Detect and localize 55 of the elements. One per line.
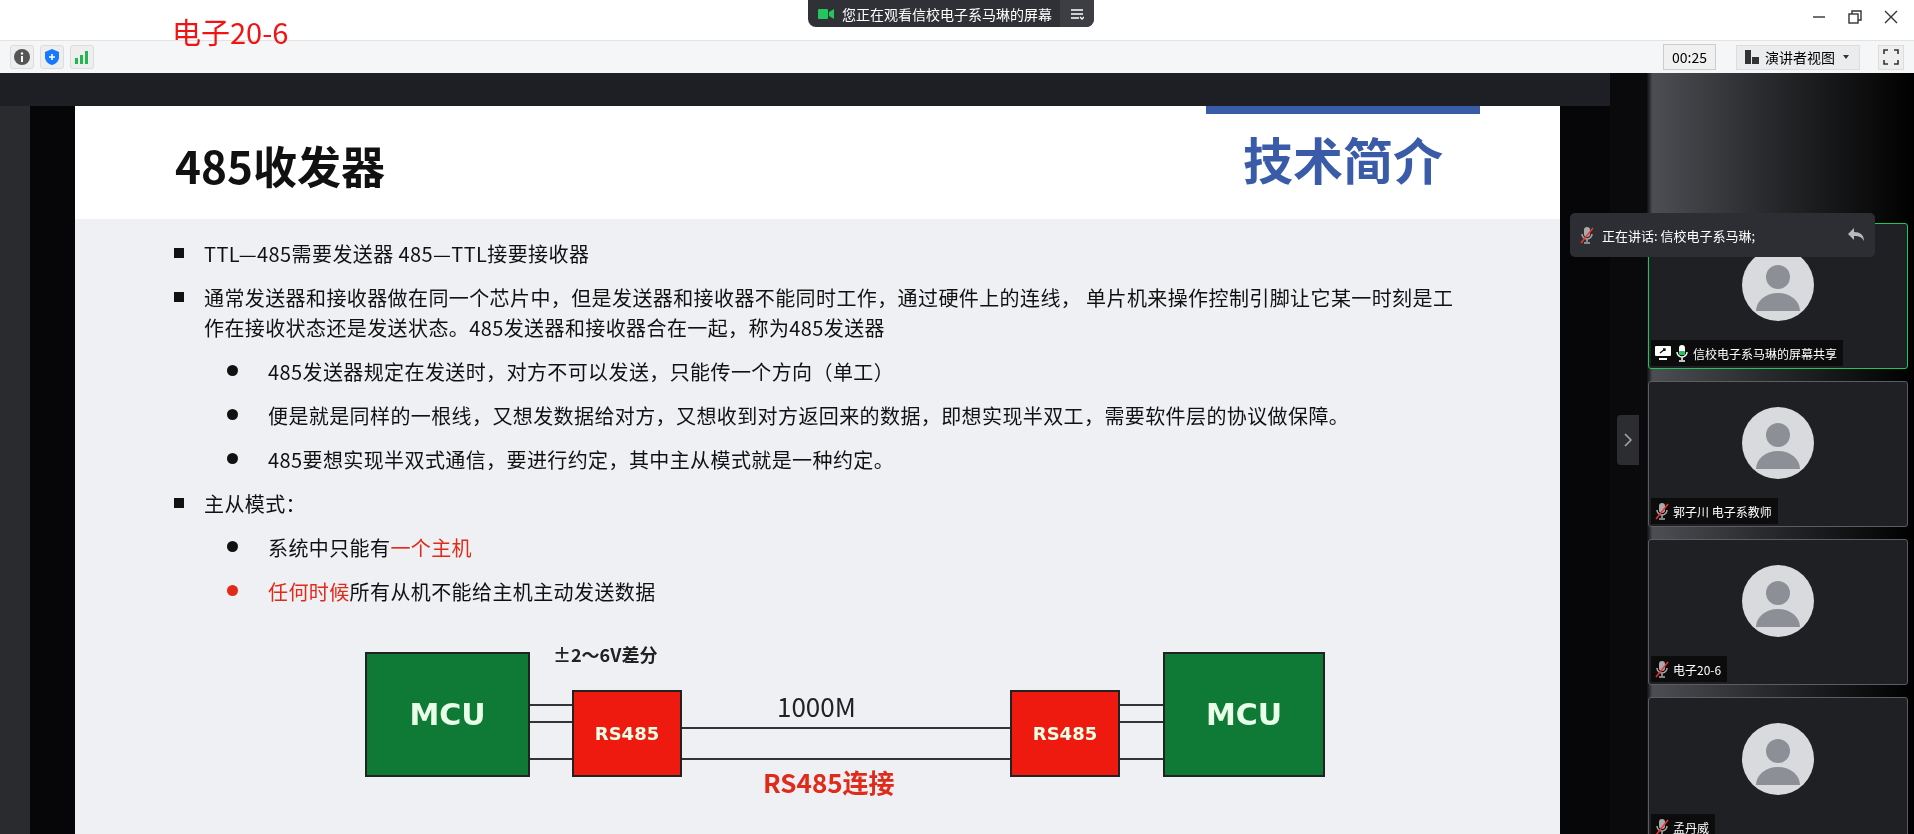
bullet-text: 任何时候所有从机不能给主机主动发送数据	[268, 577, 656, 607]
bullet-text: 便是就是同样的一根线，又想发数据给对方，又想收到对方返回来的数据，即想实现半双工，需要软件层的协议做保障。	[268, 401, 1350, 431]
muted-mic-icon	[1580, 226, 1594, 244]
bullet-icon	[174, 248, 184, 258]
muted-mic-icon	[1655, 818, 1669, 834]
diagram-caption: RS485连接	[763, 763, 895, 800]
view-dropdown[interactable]: 演讲者视图	[1736, 44, 1860, 70]
collapse-button[interactable]	[1617, 415, 1639, 465]
close-icon[interactable]	[1884, 10, 1898, 24]
mcu-block: MCU	[1163, 652, 1325, 777]
participant-tile[interactable]: 孟丹威	[1648, 697, 1908, 834]
shield-icon	[44, 49, 60, 65]
avatar-icon	[1742, 407, 1814, 479]
bullet-icon	[174, 498, 184, 508]
fullscreen-icon	[1883, 49, 1899, 65]
chevron-right-icon	[1624, 433, 1632, 447]
menu-icon	[1070, 7, 1084, 20]
transceiver-block: RS485	[1010, 690, 1120, 777]
section-heading: 技术简介	[1243, 122, 1443, 194]
bullet-text: 系统中只能有一个主机	[268, 533, 472, 563]
reply-icon[interactable]	[1847, 227, 1865, 243]
participant-name: 孟丹威	[1673, 818, 1709, 834]
security-button[interactable]	[40, 45, 64, 69]
participant-name: 郭子川 电子系教师	[1673, 502, 1772, 520]
participant-tile[interactable]: 郭子川 电子系教师	[1648, 381, 1908, 527]
fullscreen-button[interactable]	[1878, 44, 1904, 70]
participant-tile[interactable]: 电子20-6	[1648, 539, 1908, 685]
distance-label: 1000M	[777, 687, 856, 724]
signal-icon	[74, 50, 90, 64]
bullet-text: TTL—485需要发送器 485—TTL接要接收器	[204, 239, 590, 269]
participant-name: 电子20-6	[1673, 660, 1722, 678]
layout-icon	[1745, 50, 1759, 64]
avatar-icon	[1742, 723, 1814, 795]
muted-mic-icon	[1655, 660, 1669, 678]
participant-name: 信校电子系马琳的屏幕共享	[1693, 344, 1837, 362]
info-button[interactable]	[10, 45, 34, 69]
bullet-text: 485发送器规定在发送时，对方不可以发送，只能传一个方向（单工）	[268, 357, 895, 387]
menu-button[interactable]	[1060, 0, 1094, 27]
share-notice-text: 您正在观看信校电子系马琳的屏幕	[842, 3, 1052, 24]
restore-icon[interactable]	[1848, 10, 1862, 24]
muted-mic-icon	[1655, 502, 1669, 520]
bullet-text: 主从模式：	[204, 489, 306, 519]
slide-title: 485收发器	[175, 133, 385, 199]
camera-icon	[818, 7, 834, 20]
bullet-text: 通常发送器和接收器做在同一个芯片中，但是发送器和接收器不能同时工作，通过硬件上的连线， 单片机来操作控制引脚让它某一时刻是工作在接收状态还是发送状态。485发送器和接收器合在一起，称为485发送器	[204, 283, 1455, 343]
mcu-block: MCU	[365, 652, 530, 777]
avatar-icon	[1742, 565, 1814, 637]
voltage-label: ±2～6V差分	[553, 641, 658, 667]
bullet-icon	[174, 292, 184, 302]
mic-icon	[1675, 344, 1689, 362]
transceiver-block: RS485	[572, 690, 682, 777]
bullet-text: 485要想实现半双式通信，要进行约定，其中主从模式就是一种约定。	[268, 445, 895, 475]
overlay-label: 电子20-6	[172, 14, 289, 49]
meeting-timer: 00:25	[1663, 44, 1716, 70]
info-icon	[14, 49, 30, 65]
